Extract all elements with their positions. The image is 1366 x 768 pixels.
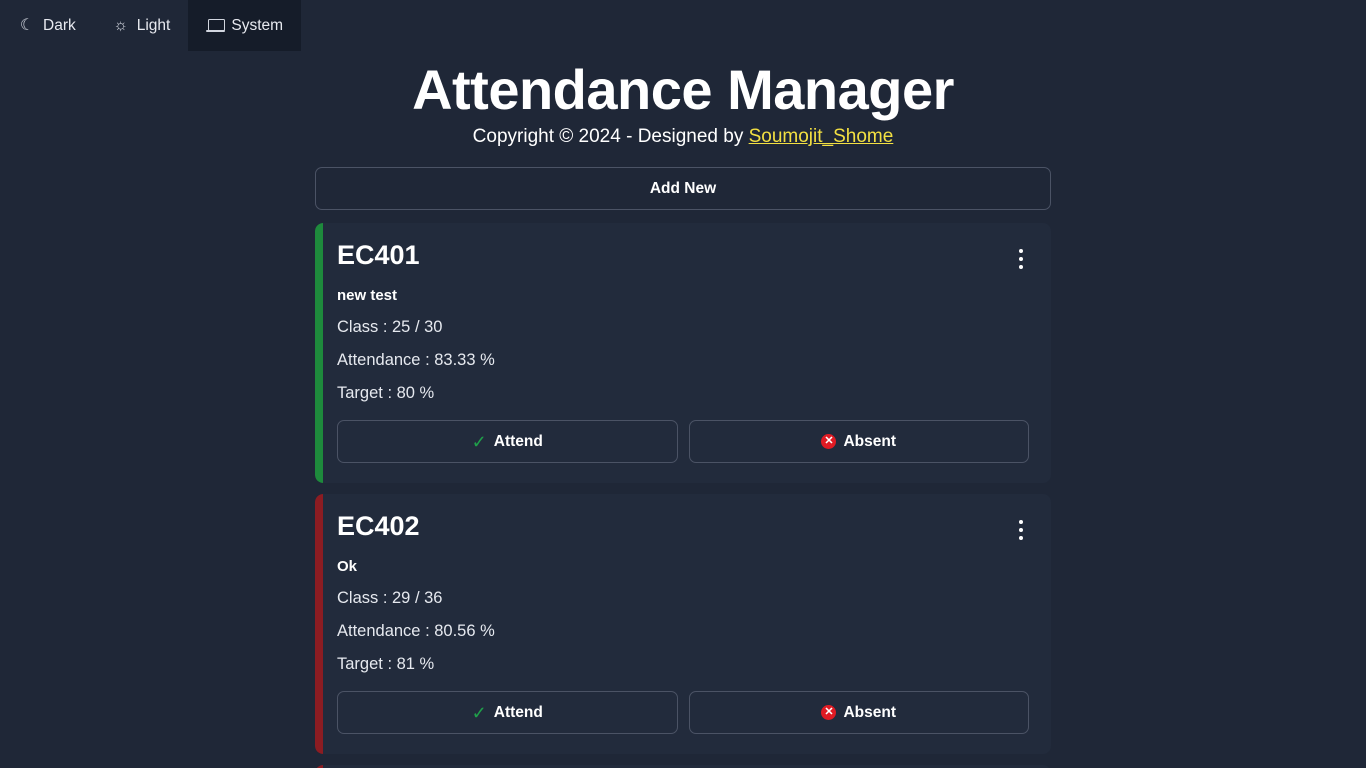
x-circle-icon: ✕ <box>821 434 837 450</box>
card-description: new test <box>337 287 398 305</box>
theme-option-dark-label: Dark <box>43 16 76 34</box>
absent-button-label: Absent <box>843 703 897 721</box>
add-new-button[interactable]: Add New <box>315 167 1051 211</box>
subject-card[interactable]: EC401 new test Class : 25 / 30 Attendanc… <box>315 223 1051 484</box>
copyright-text: Copyright © 2024 - Designed by <box>472 126 749 148</box>
card-actions: ✓ Attend ✕ Absent <box>337 420 1029 464</box>
page-title: Attendance Manager <box>412 58 954 121</box>
theme-option-light-label: Light <box>136 16 171 34</box>
card-header: EC402 <box>337 511 1029 544</box>
laptop-icon <box>205 17 225 35</box>
main-content: Add New EC401 new test Class : 25 / 30 A… <box>315 148 1051 768</box>
moon-icon: ☾ <box>19 16 35 34</box>
card-title: EC401 <box>337 240 420 271</box>
theme-option-system-label: System <box>231 16 284 34</box>
x-circle-icon: ✕ <box>821 705 837 721</box>
card-class-count: Class : 29 / 36 <box>337 589 443 608</box>
card-accent-bar <box>315 223 323 484</box>
absent-button[interactable]: ✕ Absent <box>688 691 1029 735</box>
theme-option-system[interactable]: System <box>188 0 302 51</box>
check-icon: ✓ <box>471 431 487 452</box>
theme-option-dark[interactable]: ☾ Dark <box>0 0 94 51</box>
check-icon: ✓ <box>471 702 487 723</box>
attend-button[interactable]: ✓ Attend <box>337 420 678 464</box>
card-title: EC402 <box>337 511 420 542</box>
card-menu-kebab-icon[interactable] <box>1013 245 1029 273</box>
absent-button[interactable]: ✕ Absent <box>688 420 1029 464</box>
theme-option-light[interactable]: ☼ Light <box>94 0 189 51</box>
attend-button-label: Attend <box>493 703 543 721</box>
attend-button[interactable]: ✓ Attend <box>337 691 678 735</box>
card-description: Ok <box>337 558 358 576</box>
absent-button-label: Absent <box>843 432 897 450</box>
copyright-line: Copyright © 2024 - Designed by Soumojit_… <box>0 126 1366 148</box>
page-header: Attendance Manager Copyright © 2024 - De… <box>0 57 1366 148</box>
subject-card-list: EC401 new test Class : 25 / 30 Attendanc… <box>315 223 1051 768</box>
designer-credit-link[interactable]: Soumojit_Shome <box>749 126 894 147</box>
theme-switcher: ☾ Dark ☼ Light System <box>0 0 1366 51</box>
card-header: EC401 <box>337 240 1029 273</box>
card-class-count: Class : 25 / 30 <box>337 318 443 337</box>
sun-icon: ☼ <box>113 16 129 34</box>
card-attendance-percent: Attendance : 83.33 % <box>337 351 495 370</box>
card-menu-kebab-icon[interactable] <box>1013 516 1029 544</box>
card-target-percent: Target : 80 % <box>337 384 435 403</box>
subject-card[interactable]: EC402 Ok Class : 29 / 36 Attendance : 80… <box>315 494 1051 755</box>
card-target-percent: Target : 81 % <box>337 655 435 674</box>
card-attendance-percent: Attendance : 80.56 % <box>337 622 495 641</box>
card-actions: ✓ Attend ✕ Absent <box>337 691 1029 735</box>
attend-button-label: Attend <box>493 432 543 450</box>
card-accent-bar <box>315 494 323 755</box>
